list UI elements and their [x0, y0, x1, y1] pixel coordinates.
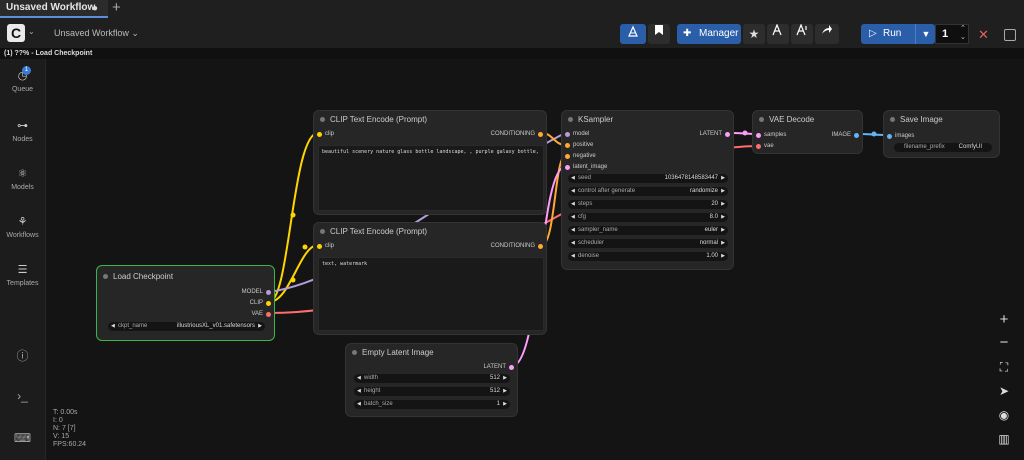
- node-save-image[interactable]: Save Image images filename_prefix ComfyUI: [883, 110, 1000, 158]
- input-latent-socket[interactable]: [565, 165, 570, 170]
- node-ksampler[interactable]: KSampler model positive negative latent_…: [561, 110, 734, 270]
- collapse-dot-icon[interactable]: [320, 229, 325, 235]
- output-latent-socket[interactable]: [725, 132, 730, 137]
- input-clip-socket[interactable]: [317, 132, 322, 137]
- input-samples-socket[interactable]: [756, 133, 761, 138]
- node-load-checkpoint[interactable]: Load Checkpoint MODEL CLIP VAE ◀ ckpt_nam…: [96, 265, 275, 341]
- output-latent-socket[interactable]: [509, 365, 514, 370]
- collapse-dot-icon[interactable]: [568, 117, 573, 123]
- zoom-out-icon[interactable]: −: [990, 333, 1018, 353]
- reroute-dots: [290, 212, 308, 283]
- collapse-dot-icon[interactable]: [352, 350, 357, 356]
- widget-filename-prefix[interactable]: filename_prefix ComfyUI: [894, 143, 992, 152]
- zoom-in-icon[interactable]: +: [990, 310, 1018, 330]
- minimap-icon[interactable]: ▥: [990, 429, 1018, 449]
- output-conditioning-socket[interactable]: [538, 244, 543, 249]
- select-pointer-icon[interactable]: ➤: [990, 381, 1018, 401]
- output-vae-socket[interactable]: [266, 312, 271, 317]
- widget-width[interactable]: ◀ width 512 ▶: [354, 374, 510, 383]
- widget-sampler-name[interactable]: ◀ sampler_name euler ▶: [568, 226, 728, 235]
- widget-seed[interactable]: ◀ seed 1036478148583447 ▶: [568, 174, 728, 183]
- collapse-dot-icon[interactable]: [890, 117, 895, 123]
- input-vae-socket[interactable]: [756, 144, 761, 149]
- widget-ckpt-name[interactable]: ◀ ckpt_name illustriousXL_v01.safetensors ▶: [108, 322, 265, 331]
- widget-cfg[interactable]: ◀ cfg 8.0 ▶: [568, 213, 728, 222]
- node-clip-text-encode-positive[interactable]: CLIP Text Encode (Prompt) clip CONDITION…: [313, 110, 547, 215]
- widget-denoise[interactable]: ◀ denoise 1.00 ▶: [568, 252, 728, 261]
- output-clip-socket[interactable]: [266, 301, 271, 306]
- collapse-dot-icon[interactable]: [759, 117, 764, 123]
- fit-view-icon[interactable]: ⛶: [990, 357, 1018, 377]
- node-vae-decode[interactable]: VAE Decode samples vae IMAGE: [752, 110, 863, 154]
- widget-control-after-generate[interactable]: ◀ control after generate randomize ▶: [568, 187, 728, 196]
- collapse-dot-icon[interactable]: [103, 274, 108, 280]
- node-empty-latent-image[interactable]: Empty Latent Image LATENT ◀ width 512 ▶ ◀ he…: [345, 343, 518, 417]
- output-conditioning-socket[interactable]: [538, 132, 543, 137]
- input-images-socket[interactable]: [887, 134, 892, 139]
- node-clip-text-encode-negative[interactable]: CLIP Text Encode (Prompt) clip CONDITION…: [313, 222, 547, 335]
- input-model-socket[interactable]: [565, 132, 570, 137]
- output-model-socket[interactable]: [266, 290, 271, 295]
- widget-height[interactable]: ◀ height 512 ▶: [354, 387, 510, 396]
- collapse-dot-icon[interactable]: [320, 117, 325, 123]
- render-stats: T: 0.00s I: 0 N: 7 [7] V: 15 FPS:60.24: [53, 409, 87, 448]
- input-negative-socket[interactable]: [565, 154, 570, 159]
- widget-batch-size[interactable]: ◀ batch_size 1 ▶: [354, 400, 510, 409]
- widget-steps[interactable]: ◀ steps 20 ▶: [568, 200, 728, 209]
- input-clip-socket[interactable]: [317, 244, 322, 249]
- output-image-socket[interactable]: [854, 133, 859, 138]
- prompt-textarea[interactable]: beautiful scenery nature glass bottle la…: [318, 145, 544, 211]
- eye-icon[interactable]: ◉: [990, 405, 1018, 425]
- prompt-textarea[interactable]: text, watermark: [318, 257, 544, 331]
- input-positive-socket[interactable]: [565, 143, 570, 148]
- widget-scheduler[interactable]: ◀ scheduler normal ▶: [568, 239, 728, 248]
